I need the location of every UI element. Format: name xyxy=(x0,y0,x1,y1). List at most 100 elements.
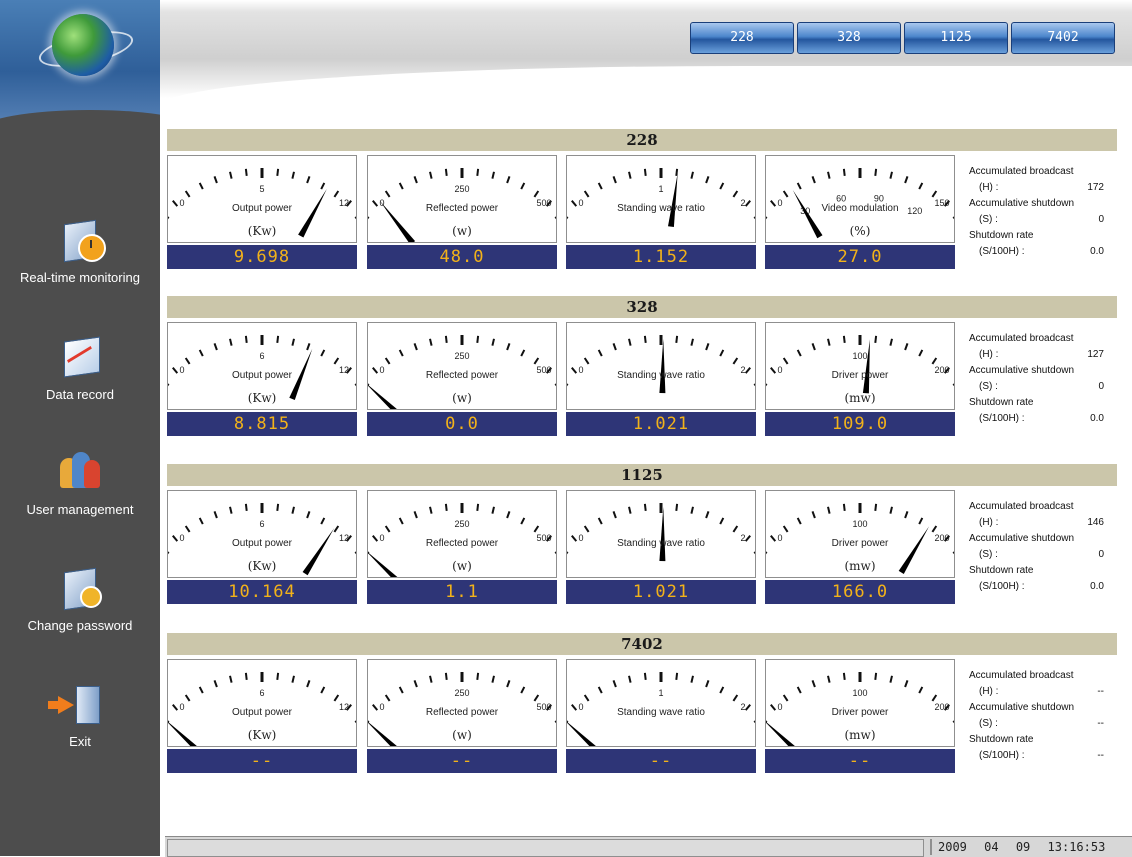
gauge-tick xyxy=(645,169,646,176)
gauge-tick xyxy=(691,507,693,514)
gauge-label: Driver power xyxy=(766,370,954,381)
stats-row: (S/100H) :-- xyxy=(969,749,1104,763)
gauge-tick xyxy=(307,176,309,183)
gauge-label: Reflected power xyxy=(368,538,556,549)
gauge-tick xyxy=(706,343,708,350)
gauge-reflected-power: 0500250Reflected power(w) xyxy=(367,322,557,410)
stats-row: Shutdown rate xyxy=(969,564,1104,578)
users-icon xyxy=(58,452,102,492)
gauge-label: Reflected power xyxy=(368,203,556,214)
gauge-readout: -- xyxy=(765,749,955,773)
gauge-mid-label: 6 xyxy=(259,688,264,698)
gauge-label: Reflected power xyxy=(368,370,556,381)
gauge-standing-wave-ratio: 02Standing wave ratio xyxy=(566,322,756,410)
stats-row: Accumulated broadcast xyxy=(969,500,1104,514)
gauge-readout: 27.0 xyxy=(765,245,955,269)
tab-1125[interactable]: 1125 xyxy=(904,22,1008,54)
transmitter-section: 2280125Output power(Kw)9.6980500250Refle… xyxy=(167,129,1132,279)
gauge-readout: 0.0 xyxy=(367,412,557,436)
gauge-tick xyxy=(492,507,494,514)
gauge-dial: 021 xyxy=(567,660,755,746)
nav-label: User management xyxy=(0,502,160,517)
stats-row: (S) :-- xyxy=(969,717,1104,731)
gauge-tick xyxy=(733,695,737,701)
gauge-tick xyxy=(932,191,936,197)
gauge-tick xyxy=(386,526,390,532)
gauge-tick xyxy=(629,339,631,346)
stats-value: -- xyxy=(1097,717,1104,731)
gauge-tick xyxy=(507,343,509,350)
stats-row: (S) :0 xyxy=(969,213,1104,227)
gauge-tick xyxy=(277,336,278,343)
gauge-tick xyxy=(321,518,324,524)
gauge-tick xyxy=(307,511,309,518)
stats-label: Shutdown rate xyxy=(969,396,1034,410)
gauge-needle xyxy=(659,339,665,393)
gauge-label: Output power xyxy=(168,370,356,381)
gauge-tick xyxy=(706,511,708,518)
gauge-tick xyxy=(813,176,815,183)
gauge-output-power: 0126Output power(Kw) xyxy=(167,659,357,747)
stats-label: (S/100H) : xyxy=(979,749,1025,763)
gauge-mid-label: 5 xyxy=(259,184,264,194)
gauge-tick xyxy=(334,191,338,197)
gauge-label: Output power xyxy=(168,707,356,718)
gauge-tick xyxy=(430,676,432,683)
tab-7402[interactable]: 7402 xyxy=(1011,22,1115,54)
gauge-tick xyxy=(534,526,538,532)
gauge-tick xyxy=(599,687,602,693)
stats-value: 146 xyxy=(1087,516,1104,530)
gauge-tick xyxy=(230,676,232,683)
gauge-reflected-power: 0500250Reflected power(w) xyxy=(367,659,557,747)
tab-328[interactable]: 328 xyxy=(797,22,901,54)
chart-icon xyxy=(58,337,102,377)
gauge-tick xyxy=(477,169,478,176)
stats-value: 0 xyxy=(1098,213,1104,227)
gauge-tick xyxy=(477,504,478,511)
gauge-needle xyxy=(567,719,605,746)
gauge-mid-label: 6 xyxy=(259,351,264,361)
status-bar: 2009 04 09 13:16:53 xyxy=(165,836,1132,857)
gauge-tick xyxy=(875,673,876,680)
gauge-tick xyxy=(905,511,907,518)
gauge-tick xyxy=(400,687,403,693)
stats-label: (S/100H) : xyxy=(979,412,1025,426)
transmitter-section: 11250126Output power(Kw)10.1640500250Ref… xyxy=(167,464,1132,614)
gauge-mid-label: 1 xyxy=(658,184,663,194)
gauge-label: Reflected power xyxy=(368,707,556,718)
stats-label: (S/100H) : xyxy=(979,580,1025,594)
gauge-tick xyxy=(599,350,602,356)
nav-exit[interactable]: Exit xyxy=(0,684,160,749)
stats-row: Accumulated broadcast xyxy=(969,669,1104,683)
gauge-readout: 1.021 xyxy=(566,580,756,604)
monitor-clock-icon xyxy=(58,220,102,260)
nav-change-password[interactable]: Change password xyxy=(0,568,160,633)
gauge-tick xyxy=(246,169,247,176)
gauge-tick xyxy=(784,695,788,701)
tab-228[interactable]: 228 xyxy=(690,22,794,54)
gauge-tick xyxy=(706,680,708,687)
gauge-tick xyxy=(932,695,936,701)
gauge-tick xyxy=(919,687,922,693)
stats-row: Accumulated broadcast xyxy=(969,165,1104,179)
gauge-tick xyxy=(784,526,788,532)
gauge-label: Standing wave ratio xyxy=(567,707,755,718)
gauge-tick xyxy=(919,350,922,356)
gauge-dial: 021 xyxy=(567,156,755,242)
gauge-tick xyxy=(521,183,524,189)
gauge-tick xyxy=(200,518,203,524)
gauge-standing-wave-ratio: 02Standing wave ratio xyxy=(566,490,756,578)
nav-user-management[interactable]: User management xyxy=(0,452,160,517)
stats-value: 0.0 xyxy=(1090,245,1104,259)
gauge-tick xyxy=(415,511,417,518)
nav-realtime-monitoring[interactable]: Real-time monitoring xyxy=(0,220,160,285)
gauge-output-power: 0126Output power(Kw) xyxy=(167,322,357,410)
gauge-tick xyxy=(629,172,631,179)
gauge-tick xyxy=(446,336,447,343)
gauge-dial: 02 xyxy=(567,491,755,577)
gauge-unit: (Kw) xyxy=(168,559,356,573)
stats-row: Accumulative shutdown xyxy=(969,364,1104,378)
gauge-tick xyxy=(321,687,324,693)
gauge-tick xyxy=(277,504,278,511)
nav-data-record[interactable]: Data record xyxy=(0,337,160,402)
